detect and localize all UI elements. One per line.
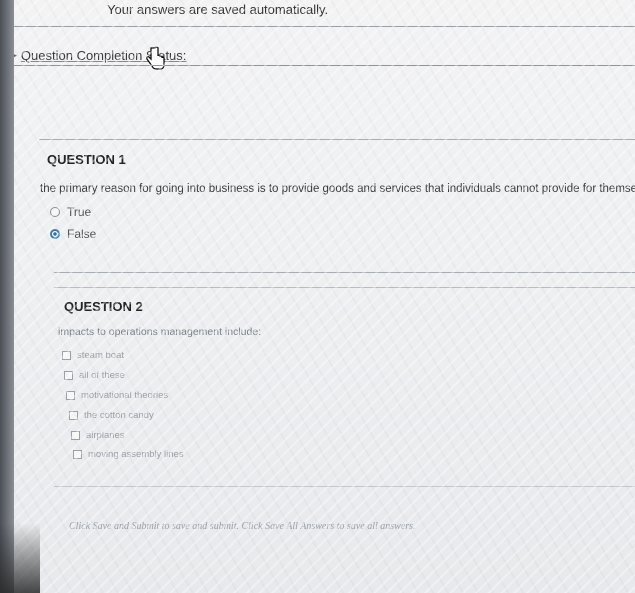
autosave-notice: Your answers are saved automatically. — [107, 2, 329, 17]
option-label: False — [67, 227, 97, 241]
divider — [39, 139, 635, 140]
checkbox-option[interactable]: airplanes — [71, 430, 125, 441]
question-2-text: impacts to operations management include… — [58, 326, 262, 338]
option-label: motivational theories — [81, 390, 169, 401]
divider — [54, 272, 635, 273]
question-2-title: QUESTION 2 — [64, 299, 143, 314]
divider — [54, 486, 635, 487]
radio-button-selected[interactable] — [50, 229, 60, 239]
checkbox[interactable] — [66, 391, 75, 400]
monitor-bezel-left — [0, 0, 14, 593]
radio-button[interactable] — [50, 207, 60, 217]
checkbox[interactable] — [62, 351, 71, 360]
checkbox[interactable] — [64, 371, 73, 380]
screen-glare-overlay — [14, 0, 635, 593]
checkbox-option[interactable]: the cotton candy — [69, 410, 154, 421]
checkbox-option[interactable]: steam boat — [62, 350, 124, 361]
option-label: steam boat — [77, 350, 124, 361]
checkbox[interactable] — [69, 411, 78, 420]
divider — [14, 26, 635, 27]
monitor-shadow — [0, 523, 40, 593]
checkbox[interactable] — [71, 431, 80, 440]
divider — [54, 287, 635, 288]
option-label: True — [67, 205, 92, 219]
option-label: moving assembly lines — [88, 449, 184, 460]
checkbox-option[interactable]: all of these — [64, 370, 125, 381]
divider — [14, 65, 635, 66]
option-label: all of these — [79, 370, 125, 381]
option-label: the cotton candy — [84, 410, 154, 421]
checkbox-option[interactable]: motivational theories — [66, 390, 168, 401]
save-instructions: Click Save and Submit to save and submit… — [69, 521, 416, 532]
bullet-icon: ▶ — [14, 50, 17, 61]
option-false[interactable]: False — [50, 227, 96, 241]
option-label: airplanes — [86, 430, 125, 441]
question-1-title: QUESTION 1 — [47, 152, 126, 167]
quiz-page: Your answers are saved automatically. ▶ … — [14, 0, 635, 593]
hand-cursor-icon — [146, 46, 165, 70]
checkbox[interactable] — [73, 450, 82, 459]
option-true[interactable]: True — [50, 205, 91, 219]
question-1-text: the primary reason for going into busine… — [40, 183, 635, 195]
checkbox-option[interactable]: moving assembly lines — [73, 449, 184, 460]
